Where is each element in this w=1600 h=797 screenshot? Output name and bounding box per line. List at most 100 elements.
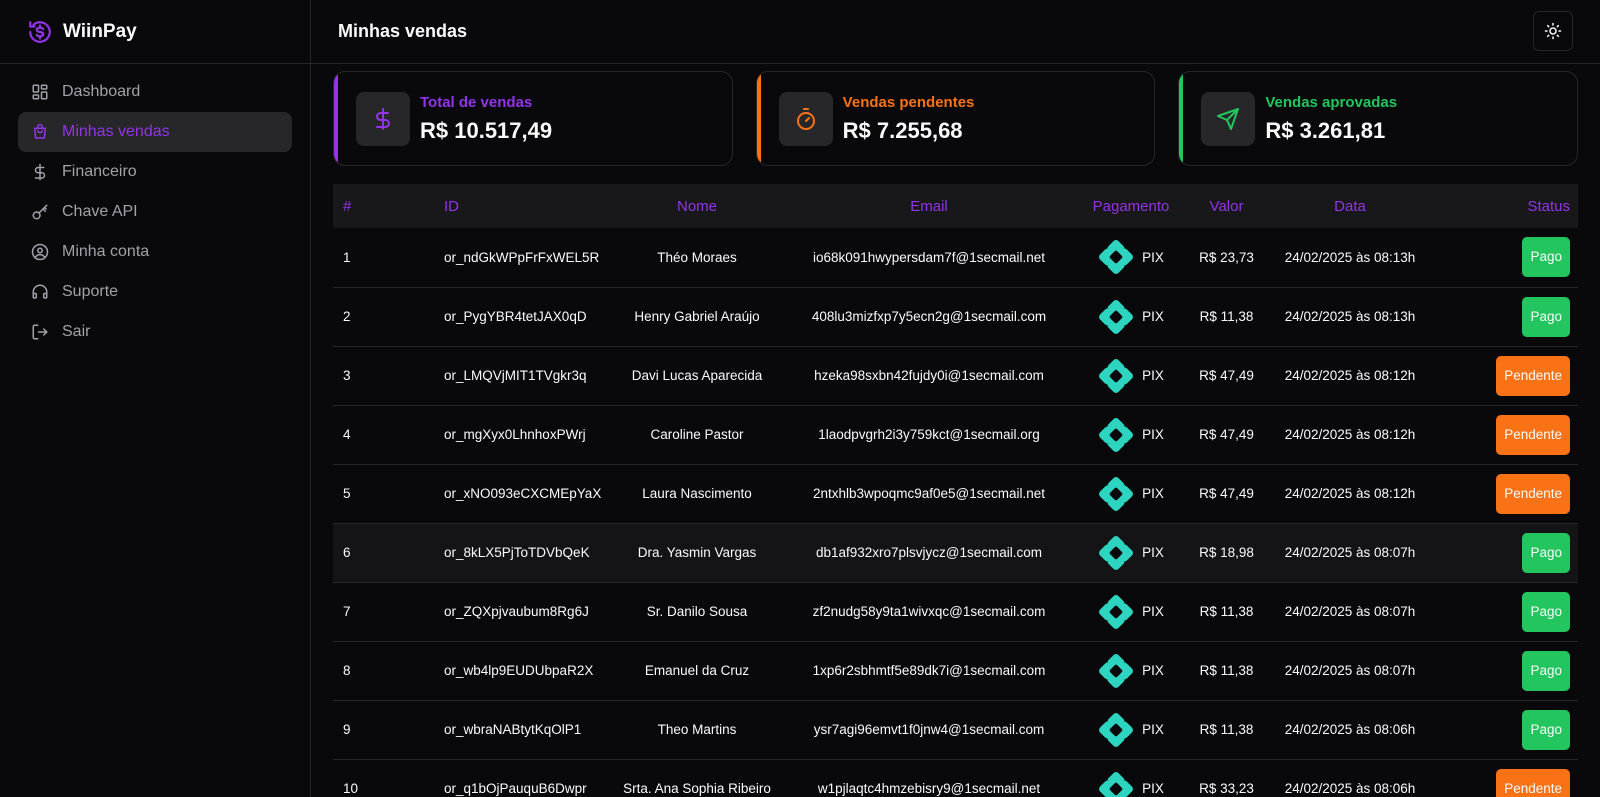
sidebar-item-financeiro[interactable]: Financeiro (18, 152, 292, 192)
column-header-data[interactable]: Data (1265, 184, 1435, 228)
status-badge[interactable]: Pago (1522, 532, 1570, 573)
status-badge[interactable]: Pendente (1496, 355, 1570, 396)
cell-status: Pago (1435, 228, 1578, 288)
card-vendas-pendentes: Vendas pendentes R$ 7.255,68 (755, 71, 1156, 166)
cell-valor: R$ 11,38 (1188, 287, 1265, 347)
cell-nome: Dra. Yasmin Vargas (610, 523, 784, 583)
table-row[interactable]: 2 or_PygYBR4tetJAX0qD Henry Gabriel Araújo… (333, 287, 1578, 347)
cell-valor: R$ 11,38 (1188, 582, 1265, 642)
status-badge[interactable]: Pendente (1496, 414, 1570, 455)
cell-nome: Srta. Ana Sophia Ribeiro (610, 759, 784, 797)
sidebar-item-minhas-vendas[interactable]: Minhas vendas (18, 112, 292, 152)
status-badge[interactable]: Pago (1522, 296, 1570, 337)
cell-pagamento: PIX (1074, 228, 1188, 288)
pix-icon (1098, 299, 1134, 335)
table-row[interactable]: 6 or_8kLX5PjToTDVbQeK Dra. Yasmin Vargas db… (333, 523, 1578, 583)
column-header-id[interactable]: ID (440, 184, 610, 228)
cell-email: 1xp6r2sbhmtf5e89dk7i@1secmail.com (784, 641, 1074, 701)
cell-id: or_wb4lp9EUDUbpaR2X (440, 641, 610, 701)
sidebar-nav: Dashboard Minhas vendas Financeiro Chave… (0, 64, 310, 360)
payment-method: PIX (1142, 486, 1164, 501)
cell-nome: Sr. Danilo Sousa (610, 582, 784, 642)
sales-table-section: # ID Nome Email Pagamento Valor Data Sta… (333, 184, 1578, 797)
cell-email: io68k091hwypersdam7f@1secmail.net (784, 228, 1074, 288)
pix-icon (1098, 712, 1134, 748)
cell-nome: Theo Martins (610, 700, 784, 760)
status-badge[interactable]: Pago (1522, 709, 1570, 750)
cell-status: Pendente (1435, 405, 1578, 465)
cell-email: 408lu3mizfxp7y5ecn2g@1secmail.com (784, 287, 1074, 347)
summary-cards: Total de vendas R$ 10.517,49 Vendas pend… (333, 71, 1579, 166)
cell-data: 24/02/2025 às 08:12h (1265, 464, 1435, 524)
cell-valor: R$ 47,49 (1188, 464, 1265, 524)
status-badge[interactable]: Pago (1522, 650, 1570, 691)
table-row[interactable]: 5 or_xNO093eCXCMEpYaX Laura Nascimento 2ntx… (333, 464, 1578, 524)
table-row[interactable]: 7 or_ZQXpjvaubum8Rg6J Sr. Danilo Sousa zf2n… (333, 582, 1578, 642)
cell-data: 24/02/2025 às 08:13h (1265, 287, 1435, 347)
cell-pagamento: PIX (1074, 287, 1188, 347)
sidebar-item-sair[interactable]: Sair (18, 312, 292, 352)
cell-num: 5 (333, 464, 440, 524)
cell-id: or_8kLX5PjToTDVbQeK (440, 523, 610, 583)
status-badge[interactable]: Pago (1522, 591, 1570, 632)
sun-icon (1544, 22, 1562, 40)
cell-num: 10 (333, 759, 440, 797)
column-header-email[interactable]: Email (784, 184, 1074, 228)
cell-status: Pago (1435, 641, 1578, 701)
sidebar-item-label: Sair (62, 323, 91, 340)
cell-num: 3 (333, 346, 440, 406)
payment-method: PIX (1142, 722, 1164, 737)
cell-nome: Henry Gabriel Araújo (610, 287, 784, 347)
cell-email: 2ntxhlb3wpoqmc9af0e5@1secmail.net (784, 464, 1074, 524)
sidebar-item-label: Minha conta (62, 243, 150, 260)
payment-method: PIX (1142, 249, 1164, 265)
payment-method: PIX (1142, 545, 1164, 560)
card-total-vendas: Total de vendas R$ 10.517,49 (333, 71, 733, 166)
cell-status: Pendente (1435, 346, 1578, 406)
pix-icon (1098, 771, 1134, 797)
table-row[interactable]: 9 or_wbraNABtytKqOlP1 Theo Martins ysr7agi9… (333, 700, 1578, 760)
sidebar-item-dashboard[interactable]: Dashboard (18, 72, 292, 112)
cell-pagamento: PIX (1074, 346, 1188, 406)
sidebar-item-suporte[interactable]: Suporte (18, 272, 292, 312)
sidebar-item-label: Chave API (62, 203, 138, 220)
payment-method: PIX (1142, 368, 1164, 383)
user-circle-icon (31, 243, 49, 261)
sidebar-item-chave-api[interactable]: Chave API (18, 192, 292, 232)
cell-valor: R$ 18,98 (1188, 523, 1265, 583)
dollar-icon (31, 163, 49, 181)
payment-method: PIX (1142, 604, 1164, 619)
table-row[interactable]: 4 or_mgXyx0LhnhoxPWrj Caroline Pastor 1laod… (333, 405, 1578, 465)
sidebar: WiinPay Dashboard Minhas vendas Financei… (0, 0, 311, 797)
column-header-nome[interactable]: Nome (610, 184, 784, 228)
brand[interactable]: WiinPay (0, 0, 310, 64)
pix-icon (1098, 535, 1134, 571)
column-header-status[interactable]: Status (1435, 184, 1578, 228)
cell-email: 1laodpvgrh2i3y759kct@1secmail.org (784, 405, 1074, 465)
cell-status: Pago (1435, 700, 1578, 760)
status-badge[interactable]: Pendente (1496, 768, 1570, 797)
cell-data: 24/02/2025 às 08:07h (1265, 641, 1435, 701)
column-header-pagamento[interactable]: Pagamento (1074, 184, 1188, 228)
column-header-num[interactable]: # (333, 184, 440, 228)
table-row[interactable]: 3 or_LMQVjMIT1TVgkr3q Davi Lucas Aparecida… (333, 346, 1578, 406)
brand-name: WiinPay (63, 20, 137, 42)
sidebar-item-minha-conta[interactable]: Minha conta (18, 232, 292, 272)
cell-data: 24/02/2025 às 08:12h (1265, 346, 1435, 406)
cell-email: w1pjlaqtc4hmzebisry9@1secmail.net (784, 759, 1074, 797)
card-value: R$ 3.261,81 (1265, 117, 1386, 143)
cell-id: or_PygYBR4tetJAX0qD (440, 287, 610, 347)
table-row[interactable]: 1 or_ndGkWPpFrFxWEL5R Théo Moraes io68k091h… (333, 228, 1578, 288)
status-badge[interactable]: Pago (1522, 237, 1570, 278)
status-badge[interactable]: Pendente (1496, 473, 1570, 514)
cell-email: zf2nudg58y9ta1wivxqc@1secmail.com (784, 582, 1074, 642)
table-row[interactable]: 10 or_q1bOjPauquB6Dwpr Srta. Ana Sophia Ri… (333, 759, 1578, 797)
theme-toggle-button[interactable] (1533, 11, 1573, 51)
cell-status: Pendente (1435, 759, 1578, 797)
cell-valor: R$ 47,49 (1188, 405, 1265, 465)
cell-num: 9 (333, 700, 440, 760)
headset-icon (31, 283, 49, 301)
column-header-valor[interactable]: Valor (1188, 184, 1265, 228)
pix-icon (1098, 594, 1134, 630)
table-row[interactable]: 8 or_wb4lp9EUDUbpaR2X Emanuel da Cruz 1xp6r… (333, 641, 1578, 701)
